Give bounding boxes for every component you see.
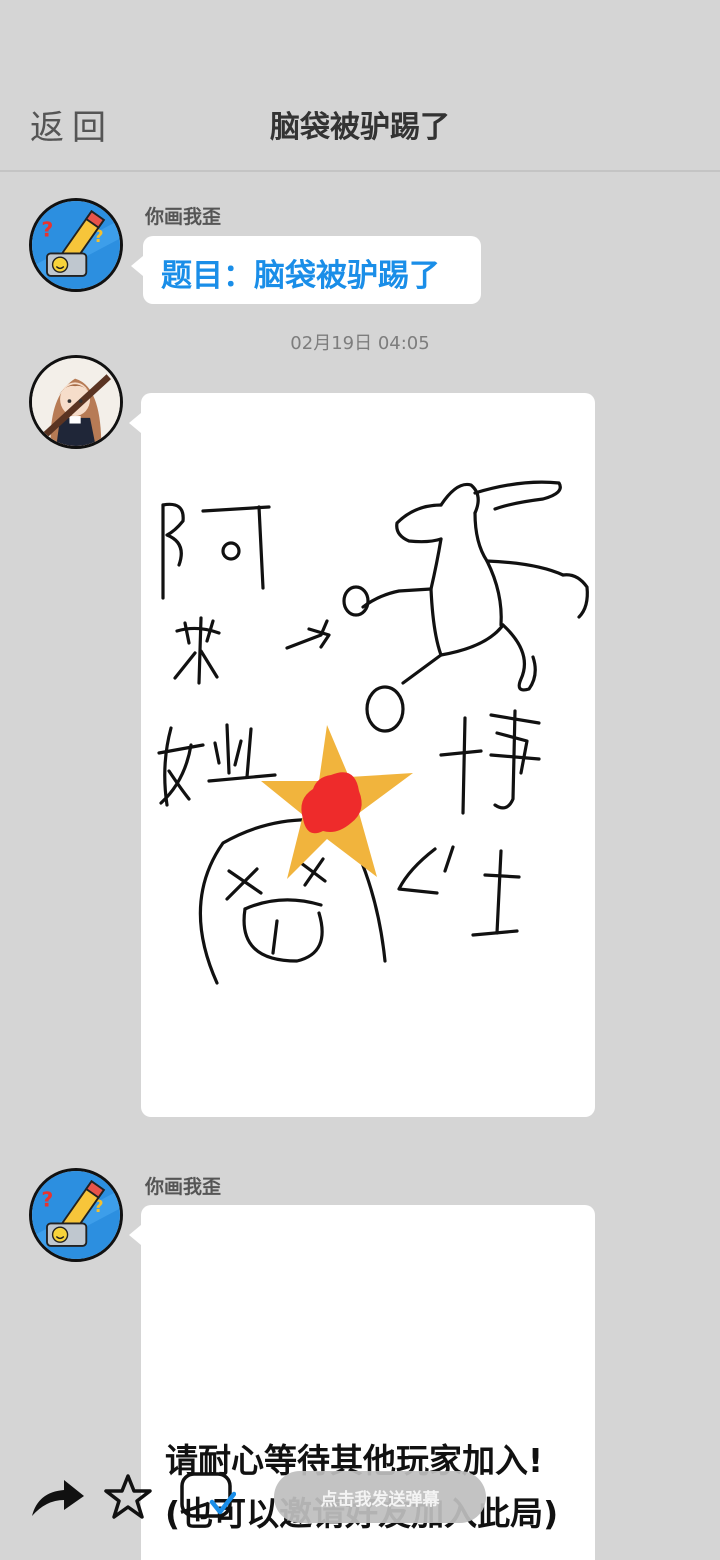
star-icon[interactable] bbox=[104, 1473, 152, 1521]
anime-girl-avatar[interactable] bbox=[29, 355, 123, 449]
share-arrow-icon[interactable] bbox=[30, 1478, 86, 1518]
sender-name: 你画我歪 bbox=[145, 206, 222, 228]
timestamp: 02月19日 04:05 bbox=[290, 333, 430, 354]
svg-text:?: ? bbox=[41, 218, 53, 242]
invite-icon[interactable] bbox=[178, 1470, 237, 1522]
topic-text: 题目：脑袋被驴踢了 bbox=[161, 258, 440, 294]
svg-text:?: ? bbox=[41, 1188, 53, 1212]
page-title: 脑袋被驴踢了 bbox=[270, 110, 450, 145]
pencil-question-avatar-icon[interactable]: ? ? bbox=[29, 198, 123, 292]
drawing-bubble[interactable] bbox=[129, 393, 595, 1117]
top-bar: 返回 脑袋被驴踢了 bbox=[0, 0, 720, 172]
drawing-canvas bbox=[157, 480, 589, 985]
sender-name: 你画我歪 bbox=[145, 1176, 222, 1198]
send-danmaku-button[interactable]: 点击我发送弹幕 bbox=[274, 1471, 486, 1523]
topic-bubble: 题目：脑袋被驴踢了 bbox=[131, 236, 481, 304]
pencil-question-avatar-icon[interactable]: ? ? bbox=[29, 1168, 123, 1262]
